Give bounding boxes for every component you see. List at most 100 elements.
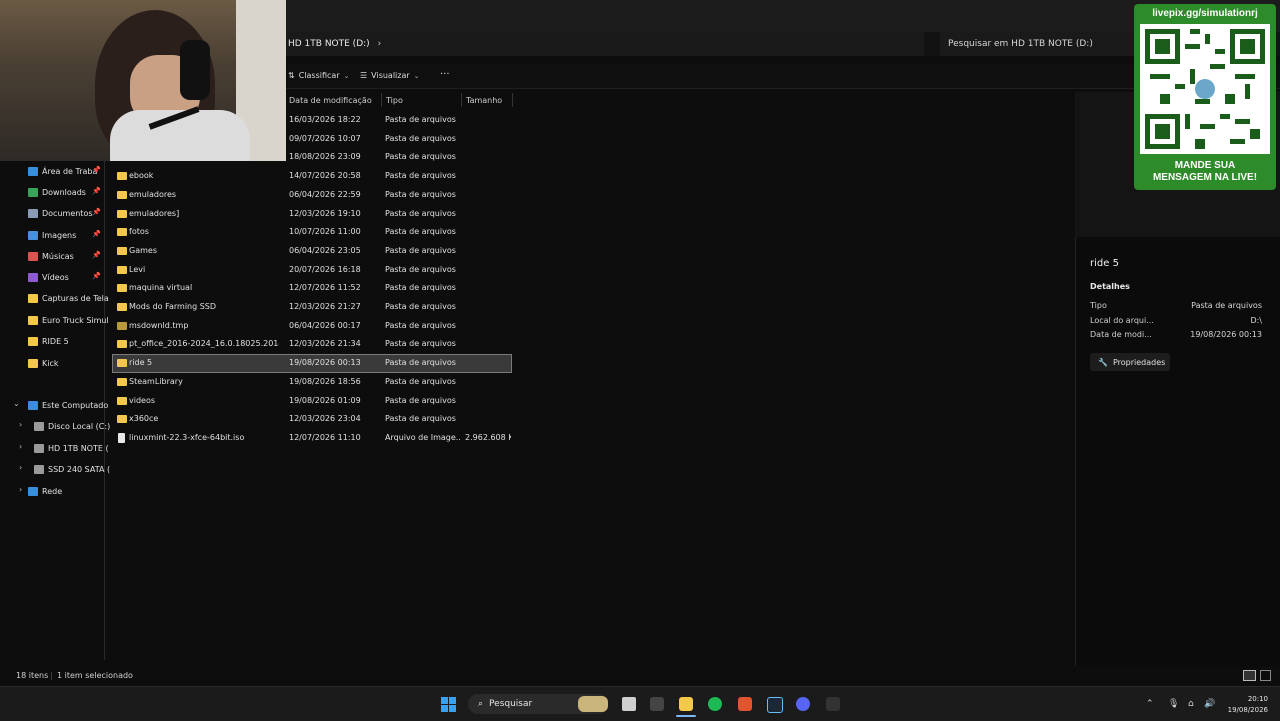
sidebar-item[interactable]: HD 1TB NOTE ( <box>34 441 109 455</box>
search-placeholder: Pesquisar em HD 1TB NOTE (D:) <box>948 39 1093 49</box>
address-path[interactable]: HD 1TB NOTE (D:) › <box>284 32 924 56</box>
windows-start-icon[interactable] <box>441 697 456 712</box>
sidebar-item[interactable]: Kick <box>28 356 59 370</box>
sidebar-item[interactable]: Disco Local (C:) <box>34 419 110 433</box>
clock-date[interactable]: 19/08/2026 <box>1228 706 1268 714</box>
pin-icon[interactable]: 📌 <box>92 187 101 195</box>
file-row[interactable]: Games 06/04/2026 23:05 Pasta de arquivos <box>113 243 511 260</box>
chevron-right-icon[interactable]: › <box>19 420 22 429</box>
file-row[interactable]: linuxmint-22.3-xfce-64bit.iso 12/07/2026 … <box>113 430 511 447</box>
headset-icon <box>180 40 210 100</box>
search-input[interactable]: Pesquisar em HD 1TB NOTE (D:) <box>940 32 1140 56</box>
pin-icon[interactable]: 📌 <box>92 166 101 174</box>
properties-button[interactable]: 🔧 Propriedades <box>1090 353 1170 371</box>
volume-icon[interactable]: 🔊 <box>1204 699 1215 709</box>
sidebar-item[interactable]: Vídeos <box>28 270 69 284</box>
tiles-view-icon[interactable] <box>1260 670 1271 681</box>
file-name: msdownld.tmp <box>129 321 189 330</box>
file-row[interactable]: msdownld.tmp 06/04/2026 00:17 Pasta de arq… <box>113 318 511 335</box>
sidebar-item[interactable]: Capturas de Tela <box>28 291 109 305</box>
view-button[interactable]: ☰ Visualizar ⌄ <box>360 71 420 80</box>
sidebar-item[interactable]: Downloads <box>28 185 86 199</box>
file-row[interactable]: x360ce 12/03/2026 23:04 Pasta de arquivos <box>113 411 511 428</box>
file-row[interactable]: fotos 10/07/2026 11:00 Pasta de arquivos <box>113 224 511 241</box>
clock-time[interactable]: 20:10 <box>1248 695 1268 703</box>
file-date: 12/03/2026 21:34 <box>289 339 361 348</box>
file-row[interactable]: emuladores] 12/03/2026 19:10 Pasta de arqu… <box>113 206 511 223</box>
chevron-right-icon[interactable]: › <box>19 485 22 494</box>
file-row[interactable]: ride 5 19/08/2026 00:13 Pasta de arquivos <box>112 354 512 373</box>
file-row[interactable]: maquina virtual 12/07/2026 11:52 Pasta de … <box>113 280 511 297</box>
file-row[interactable]: emuladores 06/04/2026 22:59 Pasta de arqui… <box>113 187 511 204</box>
pin-icon[interactable]: 📌 <box>92 251 101 259</box>
file-name: fotos <box>129 227 149 236</box>
file-row[interactable]: ebook 14/07/2026 20:58 Pasta de arquivos <box>113 168 511 185</box>
pin-icon[interactable]: 📌 <box>92 230 101 238</box>
search-icon: ⌕ <box>478 699 484 709</box>
column-header-type[interactable]: Tipo <box>386 95 403 107</box>
chevron-right-icon[interactable]: › <box>19 442 22 451</box>
file-row[interactable]: Mods do Farming SSD 12/03/2026 21:27 Pasta… <box>113 299 511 316</box>
steam-icon[interactable] <box>767 697 783 713</box>
file-date: 16/03/2026 18:22 <box>289 115 361 124</box>
details-label: Tipo <box>1090 301 1107 310</box>
folder-icon <box>28 293 38 303</box>
livepix-message-line2: MENSAGEM NA LIVE! <box>1152 172 1258 183</box>
sidebar-item[interactable]: Área de Traba <box>28 164 97 178</box>
pin-icon[interactable]: 📌 <box>92 208 101 216</box>
sort-label: Classificar <box>298 71 340 80</box>
sidebar-item[interactable]: Este Computado <box>28 398 108 412</box>
sidebar-item[interactable]: Rede <box>28 484 62 498</box>
chevron-up-icon[interactable]: ⌃ <box>1146 699 1154 709</box>
view-label: Visualizar <box>371 71 410 80</box>
details-label: Data de modi... <box>1090 330 1152 339</box>
sidebar-item[interactable]: Imagens <box>28 228 76 242</box>
column-divider[interactable] <box>512 93 513 107</box>
file-row[interactable]: SteamLibrary 19/08/2026 18:56 Pasta de arq… <box>113 374 511 391</box>
column-divider[interactable] <box>461 93 462 107</box>
chevron-right-icon[interactable]: › <box>378 39 382 49</box>
spotify-icon[interactable] <box>708 697 722 711</box>
discord-icon[interactable] <box>796 697 810 711</box>
sidebar-item-label: Disco Local (C:) <box>48 421 111 431</box>
more-options-button[interactable]: ··· <box>440 69 450 80</box>
details-view-icon[interactable] <box>1243 670 1256 681</box>
file-row[interactable]: pt_office_2016-2024_16.0.18025.20140_x8.… <box>113 336 511 353</box>
sidebar-item[interactable]: Documentos <box>28 206 93 220</box>
file-row[interactable]: Levi 20/07/2026 16:18 Pasta de arquivos <box>113 262 511 279</box>
command-bar <box>284 64 1280 89</box>
wrench-icon: 🔧 <box>1098 357 1108 367</box>
brave-icon[interactable] <box>738 697 752 711</box>
file-type: Pasta de arquivos <box>385 265 456 274</box>
file-explorer-icon[interactable] <box>679 697 693 711</box>
file-name: ebook <box>129 171 154 180</box>
file-row[interactable]: videos 19/08/2026 01:09 Pasta de arquivos <box>113 393 511 410</box>
column-header-size[interactable]: Tamanho <box>466 95 502 107</box>
chevron-down-icon[interactable]: ⌄ <box>13 399 20 408</box>
column-divider[interactable] <box>381 93 382 107</box>
file-size: 2.962.608 KB <box>465 433 511 442</box>
microphone-icon[interactable]: 🎙 <box>1168 699 1179 709</box>
sidebar-item[interactable]: RIDE 5 <box>28 334 69 348</box>
app-icon[interactable] <box>826 697 840 711</box>
file-type: Pasta de arquivos <box>385 246 456 255</box>
pin-icon[interactable]: 📌 <box>92 272 101 280</box>
network-icon[interactable]: ⌂ <box>1188 699 1194 709</box>
more-icon: ··· <box>440 69 450 80</box>
document-icon <box>28 208 38 218</box>
sidebar-item[interactable]: Euro Truck Simul <box>28 313 109 327</box>
sort-button[interactable]: ⇅ Classificar ⌄ <box>288 71 349 80</box>
app-icon[interactable] <box>650 697 664 711</box>
sidebar-item[interactable]: Músicas <box>28 249 74 263</box>
file-type: Pasta de arquivos <box>385 414 456 423</box>
active-app-indicator <box>676 715 696 717</box>
task-view-icon[interactable] <box>622 697 636 711</box>
sidebar-item-label: Músicas <box>42 251 74 261</box>
sidebar-item[interactable]: SSD 240 SATA ( <box>34 462 110 476</box>
pictures-icon <box>28 230 38 240</box>
chevron-right-icon[interactable]: › <box>19 463 22 472</box>
drive-icon <box>34 443 44 453</box>
column-header-date[interactable]: Data de modificação <box>289 95 372 107</box>
details-section-heading: Detalhes <box>1090 282 1130 291</box>
search-highlight-icon[interactable] <box>578 696 608 712</box>
